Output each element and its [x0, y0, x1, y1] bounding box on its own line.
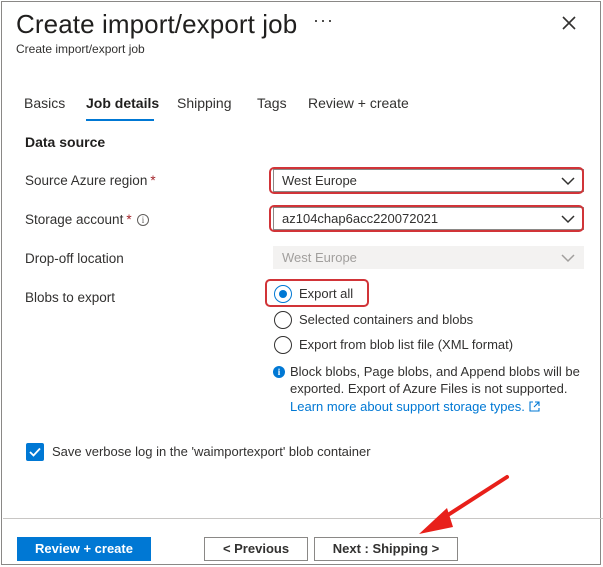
page-title: Create import/export job [16, 9, 298, 39]
external-link-icon [529, 401, 540, 412]
close-icon[interactable] [558, 12, 580, 34]
chevron-down-icon [561, 254, 575, 263]
next-shipping-button[interactable]: Next : Shipping > [314, 537, 458, 561]
section-title-data-source: Data source [25, 134, 106, 150]
verbose-log-label: Save verbose log in the 'waimportexport'… [52, 444, 371, 459]
tab-review-create[interactable]: Review + create [308, 95, 409, 111]
dropoff-location-dropdown: West Europe [273, 246, 584, 269]
dropoff-location-value: West Europe [282, 250, 357, 265]
radio-label-export-blob-list: Export from blob list file (XML format) [299, 337, 514, 352]
info-text-line-1: Block blobs, Page blobs, and Append blob… [290, 364, 580, 379]
required-marker: * [126, 212, 132, 227]
tab-tags[interactable]: Tags [257, 95, 287, 111]
verbose-log-checkbox[interactable] [26, 443, 44, 461]
blobs-to-export-label: Blobs to export [25, 290, 116, 305]
tab-basics[interactable]: Basics [24, 95, 65, 111]
tab-job-details[interactable]: Job details [86, 95, 159, 111]
learn-more-link[interactable]: Learn more about support storage types. [290, 399, 540, 414]
highlight-export-all [265, 279, 369, 307]
red-arrow-annotation [419, 475, 509, 534]
active-tab-indicator [86, 119, 154, 121]
info-icon[interactable]: i [137, 214, 149, 226]
highlight-source-region [269, 167, 584, 194]
page-subtitle: Create import/export job [16, 42, 145, 56]
checkmark-icon [29, 447, 41, 457]
info-filled-icon: i [273, 366, 285, 378]
review-create-button[interactable]: Review + create [17, 537, 151, 561]
dropoff-location-label: Drop-off location [25, 251, 124, 266]
previous-button[interactable]: < Previous [204, 537, 308, 561]
highlight-storage-account [269, 205, 584, 232]
radio-label-selected-containers: Selected containers and blobs [299, 312, 474, 327]
storage-account-label: Storage account * [25, 212, 132, 227]
more-options-button[interactable]: ··· [313, 10, 334, 31]
radio-export-blob-list[interactable] [274, 336, 292, 354]
radio-selected-containers[interactable] [274, 311, 292, 329]
source-region-label: Source Azure region * [25, 173, 156, 188]
required-marker: * [150, 173, 156, 188]
tab-shipping[interactable]: Shipping [177, 95, 232, 111]
create-job-panel: Create import/export job ··· Create impo… [1, 1, 603, 565]
info-text-line-2: exported. Export of Azure Files is not s… [290, 381, 568, 396]
